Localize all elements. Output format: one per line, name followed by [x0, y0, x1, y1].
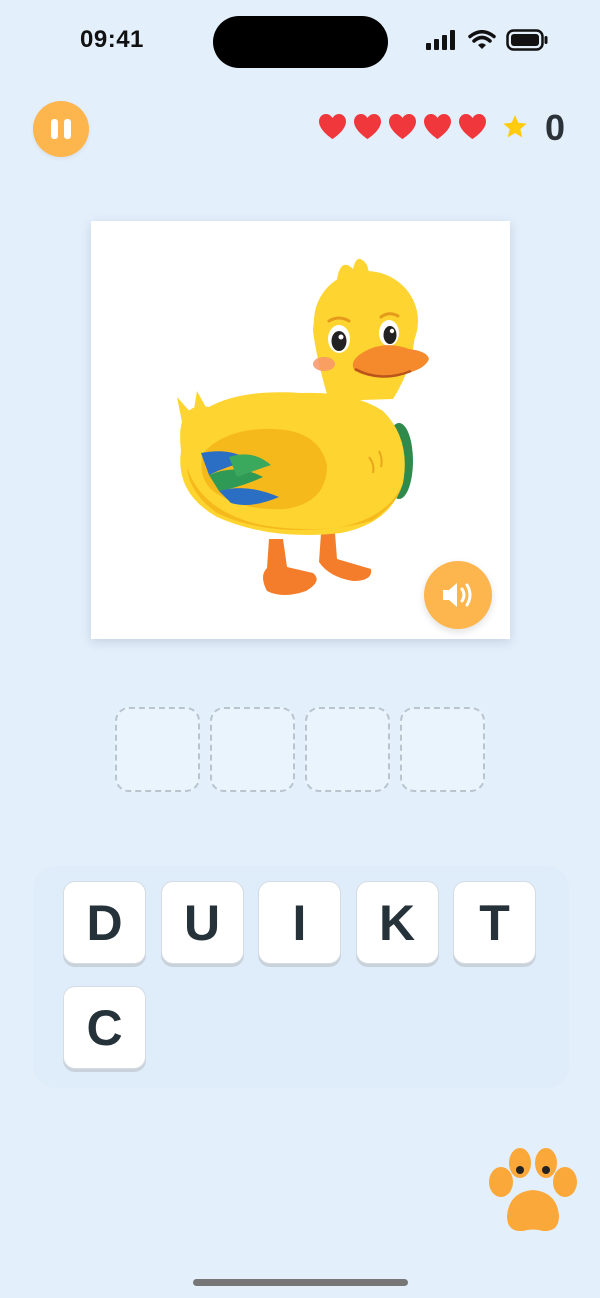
paw-icon[interactable]	[487, 1144, 579, 1236]
home-indicator[interactable]	[193, 1279, 408, 1286]
score-value: 0	[545, 107, 566, 148]
lives-hearts	[318, 113, 487, 140]
heart-icon	[354, 114, 381, 139]
heart-icon	[389, 114, 416, 139]
battery-icon	[506, 29, 548, 51]
game-screen: 09:41 0 D U I K T C	[0, 0, 600, 1298]
play-sound-button[interactable]	[424, 561, 492, 629]
heart-icon	[319, 114, 346, 139]
heart-icon	[459, 114, 486, 139]
signal-icon	[426, 30, 455, 50]
pause-button[interactable]	[33, 101, 89, 157]
pause-icon	[51, 119, 58, 139]
picture-card	[91, 221, 510, 639]
status-icons	[426, 28, 548, 52]
dynamic-island	[213, 16, 388, 68]
answer-slot[interactable]	[305, 707, 390, 792]
letter-tile[interactable]: D	[63, 881, 146, 964]
answer-slot[interactable]	[400, 707, 485, 792]
letter-tile[interactable]: C	[63, 986, 146, 1069]
answer-slots	[115, 707, 485, 792]
letter-tray: DUIKT C	[33, 866, 569, 1088]
answer-slot[interactable]	[210, 707, 295, 792]
letter-tile[interactable]: K	[355, 881, 439, 964]
answer-slot[interactable]	[115, 707, 200, 792]
letter-tile[interactable]: I	[258, 881, 341, 964]
heart-icon	[424, 114, 451, 139]
wifi-icon	[468, 30, 496, 49]
status-time: 09:41	[80, 26, 144, 53]
star-icon	[503, 115, 527, 138]
speaker-icon	[443, 583, 472, 607]
letter-tile[interactable]: U	[160, 881, 244, 964]
letter-tile[interactable]: T	[453, 881, 536, 964]
